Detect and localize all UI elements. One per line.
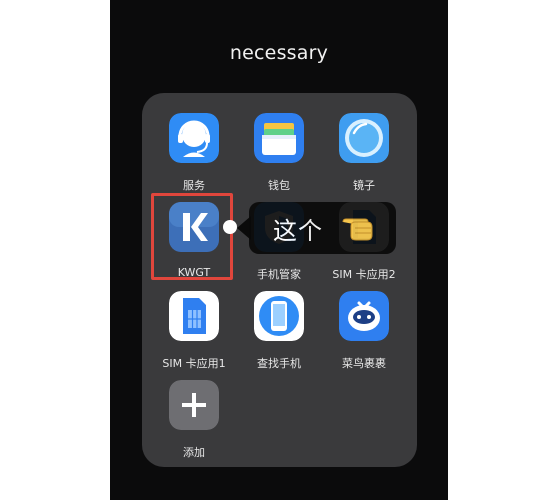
app-label: 添加	[183, 446, 205, 459]
app-find-phone[interactable]: 查找手机	[237, 285, 321, 370]
plus-icon	[169, 380, 219, 430]
app-label: SIM 卡应用2	[332, 268, 396, 281]
cainiao-bird-icon	[339, 291, 389, 341]
phone-screen: necessary 服务 钱包 镜子 KWGT 手机管家 SIM 卡应用2 SI…	[110, 0, 448, 500]
sim-card-icon	[169, 291, 219, 341]
add-app-button[interactable]: 添加	[152, 374, 236, 459]
callout-dot	[223, 220, 237, 234]
app-mirror[interactable]: 镜子	[322, 107, 406, 192]
callout-bubble: 这个	[249, 202, 396, 254]
highlight-box	[151, 193, 233, 280]
app-folder: 服务 钱包 镜子 KWGT 手机管家 SIM 卡应用2 SIM 卡应用1 查找手…	[142, 93, 417, 467]
callout-annotation: 这个	[223, 202, 396, 254]
app-label: 菜鸟裹裹	[342, 357, 386, 370]
find-phone-icon	[254, 291, 304, 341]
app-service[interactable]: 服务	[152, 107, 236, 192]
folder-title[interactable]: necessary	[110, 42, 448, 64]
headset-icon	[169, 113, 219, 163]
callout-text: 这个	[273, 217, 323, 245]
app-label: 镜子	[353, 179, 375, 192]
app-cainiao[interactable]: 菜鸟裹裹	[322, 285, 406, 370]
wallet-icon	[254, 113, 304, 163]
app-sim-1[interactable]: SIM 卡应用1	[152, 285, 236, 370]
pointing-hand-icon	[341, 210, 381, 242]
app-wallet[interactable]: 钱包	[237, 107, 321, 192]
mirror-icon	[339, 113, 389, 163]
